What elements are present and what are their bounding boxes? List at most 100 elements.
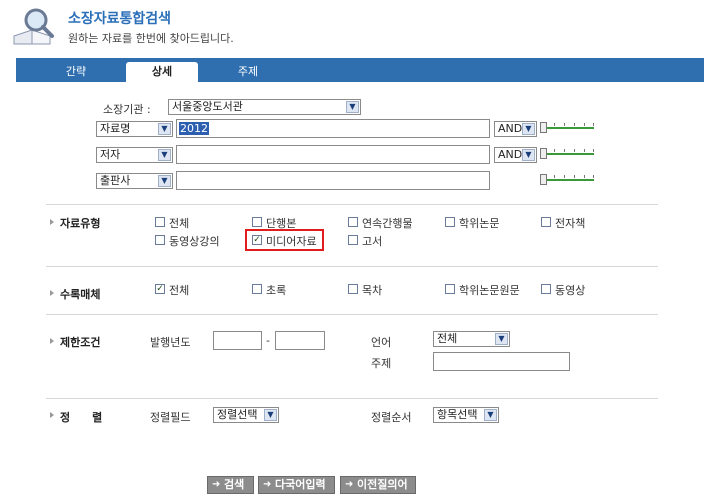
weight-slider-1[interactable] (540, 121, 596, 133)
media-label: 수록매체 (60, 288, 101, 301)
slider-track (544, 153, 594, 155)
slider-tick (564, 123, 565, 126)
weight-slider-3[interactable] (540, 173, 596, 185)
checkbox-media-thesis-full[interactable] (445, 284, 455, 294)
field-select-2-value: 저자 (100, 148, 121, 161)
multilang-input-button[interactable]: ➜ 다국어입력 (258, 476, 335, 494)
field-select-3-value: 출판사 (100, 174, 131, 187)
sort-label: 정 렬 (60, 411, 103, 424)
previous-button-label: 이전질의어 (357, 478, 408, 491)
slider-knob[interactable] (540, 148, 547, 159)
sort-order-select-value: 항목선택 (437, 408, 478, 421)
checkbox-label: 고서 (362, 235, 383, 248)
checkbox-label: 전체 (169, 284, 190, 297)
checkbox-material-all[interactable] (155, 217, 165, 227)
chevron-down-icon: ▼ (522, 149, 535, 161)
slider-tick (574, 175, 575, 178)
operator-select-2[interactable]: AND ▼ (494, 147, 537, 163)
slider-track (544, 179, 594, 181)
multilang-button-label: 다국어입력 (275, 478, 326, 491)
slider-tick (554, 123, 555, 126)
sort-field-select-value: 정렬선택 (217, 408, 258, 421)
sort-field-select[interactable]: 정렬선택 ▼ (213, 407, 279, 423)
field-select-1-value: 자료명 (100, 122, 131, 135)
checkbox-material-book[interactable] (252, 217, 262, 227)
checkbox-label: 학위논문원문 (459, 284, 520, 297)
divider (46, 314, 658, 315)
chevron-down-icon: ▼ (158, 123, 171, 135)
slider-knob[interactable] (540, 174, 547, 185)
previous-query-button[interactable]: ➜ 이전질의어 (340, 476, 416, 494)
slider-track (544, 127, 594, 129)
subject-label: 주제 (371, 357, 392, 370)
checkbox-material-ebook[interactable] (541, 217, 551, 227)
checkbox-label: 초록 (266, 284, 287, 297)
language-select-value: 전체 (437, 332, 458, 345)
checkbox-material-serial[interactable] (348, 217, 358, 227)
sort-order-select[interactable]: 항목선택 ▼ (433, 407, 499, 423)
bullet-icon (50, 219, 54, 225)
checkbox-media-video[interactable] (541, 284, 551, 294)
chevron-down-icon: ▼ (484, 409, 497, 421)
tab-subject[interactable]: 주제 (212, 62, 284, 82)
slider-tick (584, 123, 585, 126)
sort-field-label: 정렬필드 (150, 411, 191, 424)
checkbox-label: 연속간행물 (362, 217, 413, 230)
slider-tick (564, 149, 565, 152)
tab-detail[interactable]: 상세 (126, 62, 198, 82)
slider-tick (593, 149, 594, 152)
operator-select-1-value: AND (498, 122, 523, 135)
tab-bar (16, 58, 704, 82)
chevron-down-icon: ▼ (264, 409, 277, 421)
operator-select-2-value: AND (498, 148, 523, 161)
slider-tick (593, 175, 594, 178)
field-select-3[interactable]: 출판사 ▼ (96, 173, 173, 189)
checkbox-label: 미디어자료 (266, 235, 317, 248)
checkbox-material-video-lecture[interactable] (155, 235, 165, 245)
checkbox-material-media[interactable]: ✓ (252, 235, 262, 245)
book-search-icon (13, 8, 54, 45)
slider-tick (584, 175, 585, 178)
chevron-down-icon: ▼ (522, 123, 535, 135)
checkbox-media-all[interactable]: ✓ (155, 284, 165, 294)
field-select-1[interactable]: 자료명 ▼ (96, 121, 173, 137)
slider-tick (574, 149, 575, 152)
checkbox-material-old-book[interactable] (348, 235, 358, 245)
slider-knob[interactable] (540, 122, 547, 133)
search-input-3[interactable] (176, 171, 490, 190)
year-label: 발행년도 (150, 336, 191, 349)
slider-tick (584, 149, 585, 152)
weight-slider-2[interactable] (540, 147, 596, 159)
divider (46, 398, 658, 399)
library-select[interactable]: 서울중앙도서관 ▼ (168, 99, 361, 115)
bullet-icon (50, 290, 54, 296)
subject-input[interactable] (433, 352, 570, 371)
search-input-1-value: 2012 (179, 122, 209, 135)
checkbox-label: 동영상강의 (169, 235, 220, 248)
sort-order-label: 정렬순서 (371, 411, 412, 424)
language-select[interactable]: 전체 ▼ (433, 331, 510, 347)
checkbox-material-thesis[interactable] (445, 217, 455, 227)
tab-brief[interactable]: 간략 (40, 62, 112, 82)
slider-tick (554, 149, 555, 152)
search-input-2[interactable] (176, 145, 490, 164)
checkbox-media-toc[interactable] (348, 284, 358, 294)
checkbox-label: 동영상 (555, 284, 586, 297)
year-from-input[interactable] (213, 331, 262, 350)
search-input-1[interactable]: 2012 (176, 119, 490, 138)
chevron-down-icon: ▼ (346, 101, 359, 113)
year-to-input[interactable] (275, 331, 325, 350)
chevron-down-icon: ▼ (495, 333, 508, 345)
search-button[interactable]: ➜ 검색 (207, 476, 254, 494)
checkbox-label: 전자책 (555, 217, 586, 230)
slider-tick (564, 175, 565, 178)
divider (46, 266, 658, 267)
field-select-2[interactable]: 저자 ▼ (96, 147, 173, 163)
checkbox-label: 학위논문 (459, 217, 500, 230)
library-select-value: 서울중앙도서관 (172, 100, 243, 113)
year-dash: - (266, 334, 270, 347)
operator-select-1[interactable]: AND ▼ (494, 121, 537, 137)
checkbox-media-abstract[interactable] (252, 284, 262, 294)
bullet-icon (50, 338, 54, 344)
chevron-down-icon: ▼ (158, 175, 171, 187)
